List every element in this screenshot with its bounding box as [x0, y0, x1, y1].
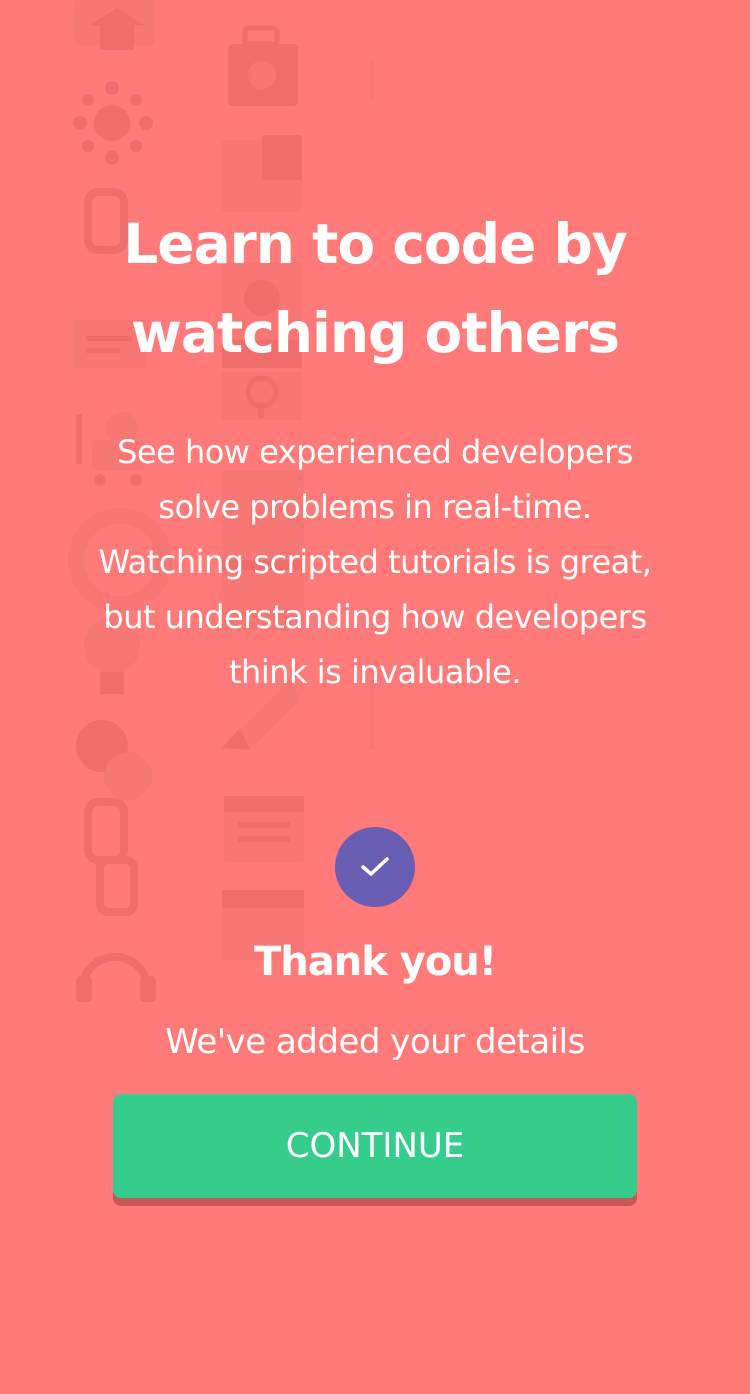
description-line: Watching scripted tutorials is great, — [98, 543, 652, 581]
signup-confirmation-screen: Learn to code by watching others See how… — [0, 0, 750, 1394]
confirmation-message: We've added your details — [165, 1022, 585, 1062]
description-line: but understanding how developers — [103, 598, 647, 636]
checkmark-icon — [361, 857, 389, 876]
page-title-line: Learn to code by — [123, 212, 628, 276]
page-description: See how experienced developers solve pro… — [30, 425, 720, 700]
page-title: Learn to code by watching others — [40, 200, 710, 378]
success-badge — [335, 827, 415, 907]
thank-you-heading: Thank you! — [253, 939, 497, 985]
description-line: See how experienced developers — [117, 433, 633, 471]
description-line: solve problems in real-time. — [158, 488, 592, 526]
description-line: think is invaluable. — [229, 653, 522, 691]
page-title-line: watching others — [131, 301, 620, 365]
continue-button[interactable]: CONTINUE — [113, 1094, 637, 1198]
